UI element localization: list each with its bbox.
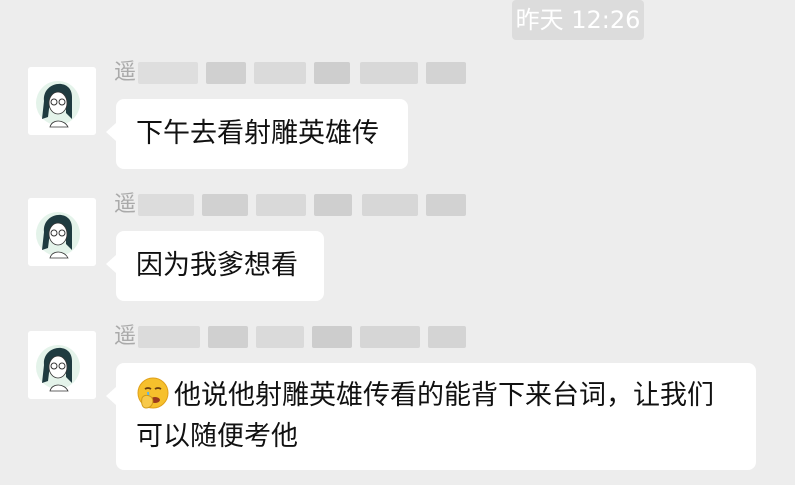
avatar-illustration-icon (28, 331, 96, 399)
message-line-1: 他说他射雕英雄传看的能背下来台词，让我们 (136, 375, 736, 416)
sender-avatar[interactable] (28, 198, 96, 266)
avatar-illustration-icon (28, 67, 96, 135)
message-bubble[interactable]: 下午去看射雕英雄传 (106, 99, 408, 169)
message-timestamp: 昨天 12:26 (512, 0, 644, 40)
face-palm-emoji-icon (137, 377, 169, 409)
message-bubble[interactable]: 他说他射雕英雄传看的能背下来台词，让我们 可以随便考他 (106, 363, 756, 470)
message-line-2: 可以随便考他 (136, 416, 736, 457)
sender-avatar[interactable] (28, 67, 96, 135)
message-text: 因为我爹想看 (136, 250, 298, 281)
message-text: 可以随便考他 (136, 421, 298, 452)
sender-name: 遥 (114, 60, 468, 86)
sender-avatar[interactable] (28, 331, 96, 399)
message-text: 他说他射雕英雄传看的能背下来台词，让我们 (174, 380, 714, 411)
avatar-illustration-icon (28, 198, 96, 266)
sender-name: 遥 (114, 324, 468, 350)
sender-name: 遥 (114, 192, 468, 218)
message-bubble[interactable]: 因为我爹想看 (106, 231, 324, 301)
message-text: 下午去看射雕英雄传 (136, 118, 379, 149)
